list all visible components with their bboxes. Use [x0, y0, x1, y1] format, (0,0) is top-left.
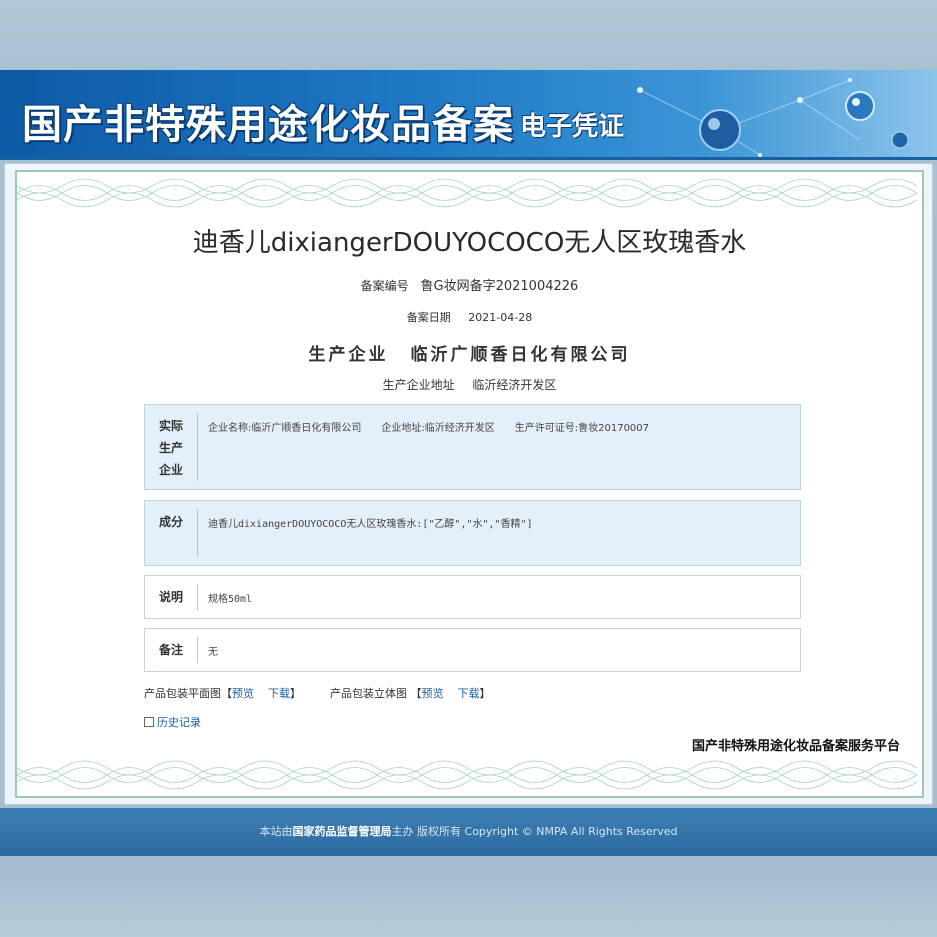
company-name: 企业名称:临沂广顺香日化有限公司	[208, 423, 362, 434]
certificate: 迪香儿dixiangerDOUYOCOCO无人区玫瑰香水 备案编号 鲁G妆网备字…	[15, 170, 924, 798]
actual-producer-box: 实际 生产 企业 企业名称:临沂广顺香日化有限公司 企业地址:临沂经济开发区 生产许…	[144, 404, 801, 490]
footer-suffix: 主办 版权所有 Copyright © NMPA All Rights Rese…	[391, 825, 678, 838]
bracket-close: 】	[479, 687, 491, 700]
remarks-text: 无	[208, 647, 218, 658]
footer-prefix: 本站由	[259, 825, 293, 838]
description-head: 说明	[158, 590, 183, 604]
history-link[interactable]: 历史记录	[144, 714, 201, 730]
ingredients-box: 成分 迪香儿dixiangerDOUYOCOCO无人区玫瑰香水:["乙醇","水…	[144, 500, 801, 566]
actual-producer-head: 实际 生产 企业	[145, 405, 197, 489]
header-banner: 国产非特殊用途化妆品备案 电子凭证	[0, 70, 937, 160]
record-date: 2021-04-28	[468, 311, 533, 324]
footer-org: 国家药品监督管理局	[292, 825, 392, 838]
head-line-1: 实际	[158, 419, 183, 433]
package-stereo-label: 产品包装立体图	[330, 687, 407, 700]
package-flat-label: 产品包装平面图	[144, 687, 221, 700]
stereo-preview-link[interactable]: 预览	[422, 687, 444, 700]
history-label: 历史记录	[157, 716, 201, 729]
ingredients-text: 迪香儿dixiangerDOUYOCOCO无人区玫瑰香水:["乙醇","水","…	[208, 519, 533, 530]
molecule-decoration	[637, 78, 909, 157]
ingredients-head: 成分	[158, 515, 183, 529]
product-name: 迪香儿dixiangerDOUYOCOCO无人区玫瑰香水	[192, 228, 747, 258]
stereo-download-link[interactable]: 下载	[458, 687, 480, 700]
record-date-line: 备案日期 2021-04-28	[17, 309, 922, 325]
record-date-label: 备案日期	[406, 311, 451, 324]
record-number-label: 备案编号	[360, 279, 409, 293]
actual-producer-details: 企业名称:临沂广顺香日化有限公司 企业地址:临沂经济开发区 生产许可证号:鲁妆201…	[198, 405, 800, 489]
license-number: 生产许可证号:鲁妆20170007	[514, 423, 650, 434]
head-line-2: 生产	[158, 441, 183, 455]
guilloche-border-bottom	[17, 760, 918, 790]
flat-download-link[interactable]: 下载	[268, 687, 290, 700]
description-box: 说明 规格50ml	[144, 575, 801, 619]
head-line-3: 企业	[158, 463, 183, 477]
producer-name: 临沂广顺香日化有限公司	[410, 345, 631, 365]
bracket-close: 】	[290, 687, 301, 700]
certificate-frame: 迪香儿dixiangerDOUYOCOCO无人区玫瑰香水 备案编号 鲁G妆网备字…	[4, 163, 933, 805]
address-value: 临沂经济开发区	[472, 378, 557, 392]
footer: 本站由国家药品监督管理局主办 版权所有 Copyright © NMPA All…	[0, 808, 937, 856]
remarks-head: 备注	[158, 643, 183, 657]
history-icon	[144, 717, 154, 727]
bracket-open: 【	[221, 687, 232, 700]
producer-line: 生产企业 临沂广顺香日化有限公司	[17, 340, 922, 365]
guilloche-border-top	[17, 178, 918, 208]
address-label: 生产企业地址	[382, 378, 455, 392]
producer-label: 生产企业	[308, 345, 389, 365]
banner-subtitle: 电子凭证	[520, 112, 625, 142]
record-number: 鲁G妆网备字2021004226	[420, 279, 579, 294]
package-images-row: 产品包装平面图【预览 下载】 产品包装立体图 【预览 下载】	[144, 685, 491, 701]
bracket-open: 【	[410, 687, 422, 700]
flat-preview-link[interactable]: 预览	[232, 687, 254, 700]
record-number-line: 备案编号 鲁G妆网备字2021004226	[17, 275, 922, 294]
description-text: 规格50ml	[208, 594, 253, 605]
company-address: 企业地址:临沂经济开发区	[381, 423, 495, 434]
remarks-box: 备注 无	[144, 628, 801, 672]
banner-title: 国产非特殊用途化妆品备案	[22, 101, 514, 148]
address-line: 生产企业地址 临沂经济开发区	[17, 376, 922, 393]
platform-name: 国产非特殊用途化妆品备案服务平台	[691, 739, 900, 754]
